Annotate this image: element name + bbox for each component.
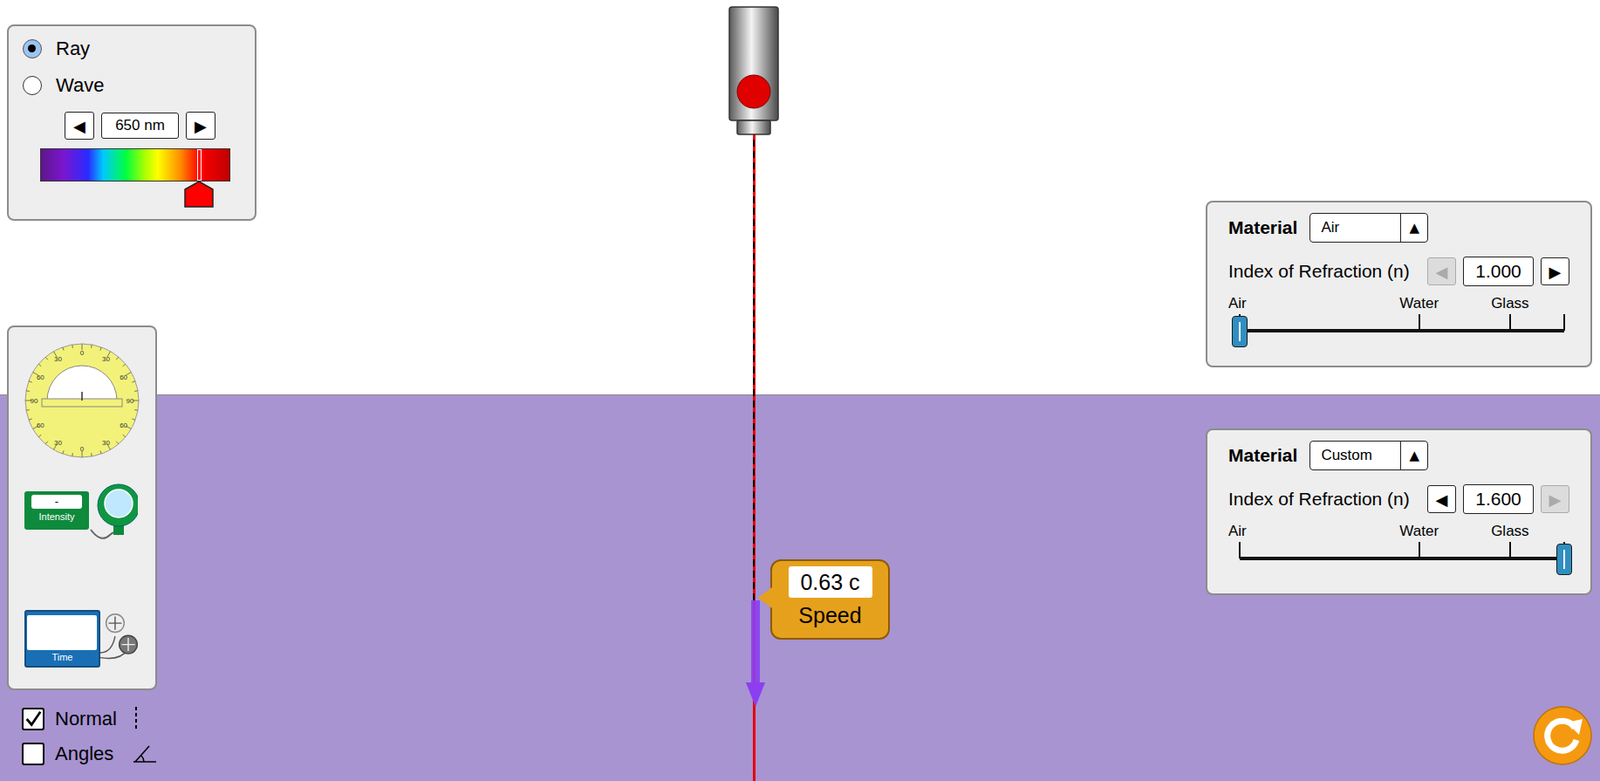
slider-thumb[interactable] — [1231, 315, 1248, 348]
svg-text:90: 90 — [30, 396, 39, 405]
wavelength-slider[interactable] — [40, 148, 231, 182]
svg-text:0: 0 — [80, 444, 85, 453]
mode-radio[interactable]: Ray — [22, 34, 241, 63]
index-increase[interactable]: ▶ — [1540, 257, 1570, 286]
svg-text:30: 30 — [54, 438, 62, 447]
index-decrease[interactable]: ◀ — [1427, 485, 1457, 513]
wavelength-increase[interactable]: ▶ — [185, 111, 216, 140]
svg-text:90: 90 — [126, 396, 135, 405]
angle-icon — [131, 742, 158, 766]
material-dropdown[interactable]: Custom▲ — [1309, 440, 1429, 471]
slider-marker — [197, 149, 202, 181]
svg-text:30: 30 — [54, 355, 62, 363]
index-field[interactable]: 1.600 — [1463, 484, 1534, 514]
index-field[interactable]: 1.000 — [1463, 256, 1534, 287]
mode-radio[interactable]: Wave — [22, 71, 241, 100]
view-options: Normal Angles — [21, 706, 158, 766]
velocity-arrow-icon — [745, 600, 766, 709]
index-slider[interactable] — [1239, 314, 1565, 349]
normal-line — [752, 139, 755, 602]
speed-tool[interactable]: 0.63 cSpeed — [770, 559, 890, 640]
svg-text:60: 60 — [36, 373, 45, 382]
index-slider[interactable] — [1239, 541, 1565, 577]
protractor-icon[interactable]: 0 30 60 90 60 30 0 30 60 90 60 30 — [20, 339, 144, 462]
toolbox: 0 30 60 90 60 30 0 30 60 90 60 30 -Intensity Time — [6, 325, 158, 691]
wavelength-spinner: ◀650 nm▶ — [22, 111, 241, 140]
svg-text:0: 0 — [80, 348, 85, 357]
intensity-probe-icon — [88, 480, 138, 546]
wavelength-field[interactable]: 650 nm — [101, 112, 179, 139]
material-panel: MaterialAir▲Index of Refraction (n)◀1.00… — [1205, 200, 1593, 368]
intensity-meter[interactable]: -Intensity — [24, 480, 140, 546]
material-panel: MaterialCustom▲Index of Refraction (n)◀1… — [1205, 428, 1593, 595]
speed-reading: 0.63 c — [788, 566, 873, 598]
svg-text:60: 60 — [36, 421, 45, 430]
time-meter[interactable]: Time — [24, 609, 140, 668]
normal-icon — [131, 706, 141, 732]
svg-text:30: 30 — [102, 355, 110, 363]
light-panel: Ray Wave ◀650 nm▶ — [6, 24, 257, 221]
reset-icon[interactable] — [1531, 704, 1594, 766]
slider-thumb-icon[interactable] — [184, 180, 214, 209]
wavelength-decrease[interactable]: ◀ — [64, 111, 95, 140]
checkbox-icon — [21, 742, 45, 766]
material-dropdown[interactable]: Air▲ — [1309, 212, 1429, 243]
svg-text:30: 30 — [102, 438, 110, 447]
radio-icon — [22, 39, 42, 59]
intensity-display: -Intensity — [24, 491, 89, 530]
time-display: Time — [24, 609, 101, 668]
index-decrease[interactable]: ◀ — [1427, 257, 1457, 286]
svg-text:60: 60 — [119, 373, 128, 382]
time-probes-icon — [100, 609, 140, 668]
option-checkbox[interactable]: Normal — [21, 706, 158, 732]
checkbox-icon — [21, 707, 45, 731]
index-increase[interactable]: ▶ — [1540, 485, 1570, 513]
option-checkbox[interactable]: Angles — [21, 741, 158, 766]
laser-icon[interactable] — [727, 6, 780, 137]
radio-icon — [22, 75, 42, 96]
bending-light-sim: RayWave◀650 nm▶0306090603003060906030-In… — [0, 0, 1600, 781]
svg-text:60: 60 — [119, 421, 128, 430]
slider-thumb[interactable] — [1556, 543, 1573, 575]
